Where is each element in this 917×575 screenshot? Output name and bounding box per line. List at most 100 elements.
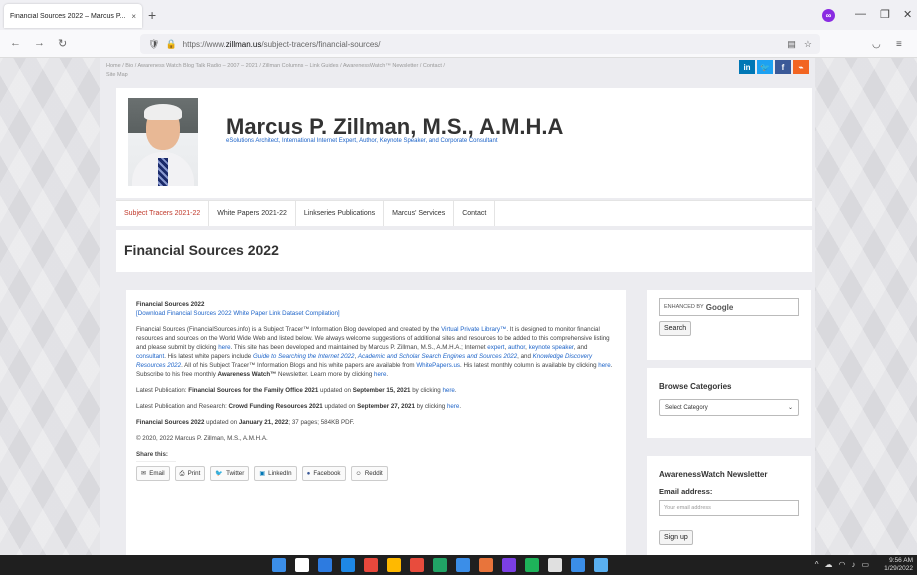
guide-link[interactable]: Guide to Searching the Internet 2022 bbox=[253, 353, 354, 360]
bookmark-star-icon[interactable]: ☆ bbox=[804, 39, 812, 50]
top-nav-links[interactable]: Home / Bio / Awareness Watch Blog Talk R… bbox=[100, 58, 815, 84]
windows-taskbar: ^ ☁ ◠ ♪ ▭ 9:56 AM 1/29/2022 bbox=[0, 555, 917, 575]
share-reddit-button[interactable]: ☺ Reddit bbox=[350, 466, 388, 481]
categories-widget: Browse Categories Select Category ⌄ bbox=[647, 368, 811, 438]
search-widget: ENHANCED BY Google Search bbox=[647, 290, 811, 360]
page-title: Financial Sources 2022 bbox=[124, 242, 279, 258]
close-window-button[interactable]: ✕ bbox=[903, 8, 912, 21]
share-print-button[interactable]: ⎙ Print bbox=[174, 466, 206, 481]
column-link[interactable]: here bbox=[598, 362, 610, 369]
taskbar-app-icon[interactable] bbox=[387, 558, 401, 572]
taskbar-app-icon[interactable] bbox=[571, 558, 585, 572]
reader-view-icon[interactable]: ▤ bbox=[787, 39, 796, 50]
menu-item-subject-tracers[interactable]: Subject Tracers 2021-22 bbox=[116, 201, 210, 226]
forward-arrow-icon[interactable]: → bbox=[34, 37, 45, 49]
reload-icon[interactable]: ↻ bbox=[58, 37, 67, 50]
taskbar-app-icon[interactable] bbox=[479, 558, 493, 572]
hamburger-menu-icon[interactable]: ≡ bbox=[896, 39, 902, 50]
taskbar-app-icon[interactable] bbox=[594, 558, 608, 572]
minimize-button[interactable]: — bbox=[855, 8, 866, 20]
email-label: Email address: bbox=[659, 487, 713, 496]
taskbar-app-icon[interactable] bbox=[364, 558, 378, 572]
twitter-icon[interactable]: 🐦 bbox=[757, 60, 773, 74]
taskbar-app-icon[interactable] bbox=[502, 558, 516, 572]
site-map-link[interactable]: Site Map bbox=[106, 71, 809, 80]
keynote-link[interactable]: keynote speaker bbox=[529, 344, 574, 351]
facebook-icon: ● bbox=[306, 470, 311, 477]
wifi-icon[interactable]: ◠ bbox=[838, 560, 845, 569]
taskbar-app-icon[interactable] bbox=[456, 558, 470, 572]
browser-nav-bar: ← → ↻ 🛡 🔒 https://www.zillman.us/subject… bbox=[0, 30, 917, 58]
new-tab-button[interactable]: + bbox=[148, 7, 156, 23]
signup-button[interactable]: Sign up bbox=[659, 530, 693, 545]
restore-button[interactable]: ❐ bbox=[880, 8, 890, 21]
browser-tab-bar: Financial Sources 2022 – Marcus P... × +… bbox=[0, 0, 917, 30]
vpl-link[interactable]: Virtual Private Library™ bbox=[441, 326, 506, 333]
search-button[interactable]: Search bbox=[659, 321, 692, 336]
academic-link[interactable]: Academic and Scholar Search Engines and … bbox=[358, 353, 517, 360]
copyright: © 2020, 2022 Marcus P. Zillman, M.S., A.… bbox=[136, 435, 268, 442]
family-office-link[interactable]: here bbox=[442, 387, 454, 394]
site-title[interactable]: Marcus P. Zillman, M.S., A.M.H.A bbox=[226, 114, 563, 140]
author-link[interactable]: author bbox=[508, 344, 525, 351]
close-tab-icon[interactable]: × bbox=[131, 12, 136, 21]
lock-icon[interactable]: 🔒 bbox=[165, 39, 176, 50]
menu-item-linkseries[interactable]: Linkseries Publications bbox=[296, 201, 385, 226]
taskbar-app-icon[interactable] bbox=[433, 558, 447, 572]
latest-research: Latest Publication and Research: Crowd F… bbox=[136, 403, 462, 410]
share-linkedin-button[interactable]: ▣ LinkedIn bbox=[254, 466, 297, 481]
share-buttons: ✉ Email ⎙ Print 🐦 Twitter ▣ LinkedIn ● Facebo… bbox=[136, 466, 616, 481]
clock[interactable]: 9:56 AM 1/29/2022 bbox=[884, 557, 913, 573]
expert-link[interactable]: expert bbox=[487, 344, 504, 351]
browse-categories-title: Browse Categories bbox=[659, 382, 732, 391]
extension-icon[interactable]: ∞ bbox=[822, 9, 835, 22]
download-link[interactable]: [Download Financial Sources 2022 White P… bbox=[136, 310, 340, 317]
volume-icon[interactable]: ♪ bbox=[851, 560, 855, 569]
here-link[interactable]: here bbox=[218, 344, 230, 351]
taskbar-app-icon[interactable] bbox=[525, 558, 539, 572]
learn-more-link[interactable]: here bbox=[374, 371, 386, 378]
back-arrow-icon[interactable]: ← bbox=[10, 37, 21, 49]
consultant-link[interactable]: consultant bbox=[136, 353, 164, 360]
menu-item-contact[interactable]: Contact bbox=[454, 201, 496, 226]
system-tray: ^ ☁ ◠ ♪ ▭ bbox=[815, 560, 869, 569]
taskbar-app-icon[interactable] bbox=[341, 558, 355, 572]
taskbar-app-icon[interactable] bbox=[295, 558, 309, 572]
cloud-icon[interactable]: ☁ bbox=[824, 560, 832, 569]
google-search-input[interactable]: ENHANCED BY Google bbox=[659, 298, 799, 316]
menu-item-services[interactable]: Marcus' Services bbox=[384, 201, 455, 226]
taskbar-app-icon[interactable] bbox=[410, 558, 424, 572]
crowd-funding-link[interactable]: here bbox=[447, 403, 459, 410]
site-header: Marcus P. Zillman, M.S., A.M.H.A eSoluti… bbox=[116, 88, 812, 198]
shield-icon[interactable]: 🛡 bbox=[148, 39, 159, 50]
newsletter-title: AwarenessWatch Newsletter bbox=[659, 470, 768, 479]
newsletter-widget: AwarenessWatch Newsletter Email address:… bbox=[647, 456, 811, 555]
article-heading: Financial Sources 2022 bbox=[136, 301, 205, 308]
facebook-icon[interactable]: f bbox=[775, 60, 791, 74]
share-twitter-button[interactable]: 🐦 Twitter bbox=[210, 466, 250, 481]
tab-title: Financial Sources 2022 – Marcus P... bbox=[10, 12, 126, 20]
clock-date: 1/29/2022 bbox=[884, 565, 913, 572]
browser-tab[interactable]: Financial Sources 2022 – Marcus P... × bbox=[4, 4, 142, 28]
pocket-icon[interactable]: ◡ bbox=[872, 39, 881, 50]
category-select[interactable]: Select Category ⌄ bbox=[659, 399, 799, 416]
update-info: Financial Sources 2022 updated on Januar… bbox=[136, 419, 355, 426]
top-nav-link-list[interactable]: Home / Bio / Awareness Watch Blog Talk R… bbox=[106, 62, 809, 71]
battery-icon[interactable]: ▭ bbox=[861, 560, 869, 569]
taskbar-app-icon[interactable] bbox=[548, 558, 562, 572]
chevron-up-icon[interactable]: ^ bbox=[815, 560, 819, 569]
rss-icon[interactable]: ⌁ bbox=[793, 60, 809, 74]
share-email-button[interactable]: ✉ Email bbox=[136, 466, 170, 481]
email-field[interactable]: Your email address bbox=[659, 500, 799, 516]
social-icons: in 🐦 f ⌁ bbox=[739, 60, 809, 74]
linkedin-icon[interactable]: in bbox=[739, 60, 755, 74]
chevron-down-icon: ⌄ bbox=[787, 405, 793, 411]
url-text[interactable]: https://www.zillman.us/subject-tracers/f… bbox=[183, 40, 780, 49]
share-facebook-button[interactable]: ● Facebook bbox=[301, 466, 346, 481]
site-subtitle[interactable]: eSolutions Architect, International Inte… bbox=[226, 138, 498, 144]
taskbar-app-icon[interactable] bbox=[318, 558, 332, 572]
taskbar-app-icon[interactable] bbox=[272, 558, 286, 572]
menu-item-white-papers[interactable]: White Papers 2021-22 bbox=[209, 201, 296, 226]
address-bar[interactable]: 🛡 🔒 https://www.zillman.us/subject-trace… bbox=[140, 34, 820, 54]
whitepapers-link[interactable]: WhitePapers.us bbox=[416, 362, 460, 369]
